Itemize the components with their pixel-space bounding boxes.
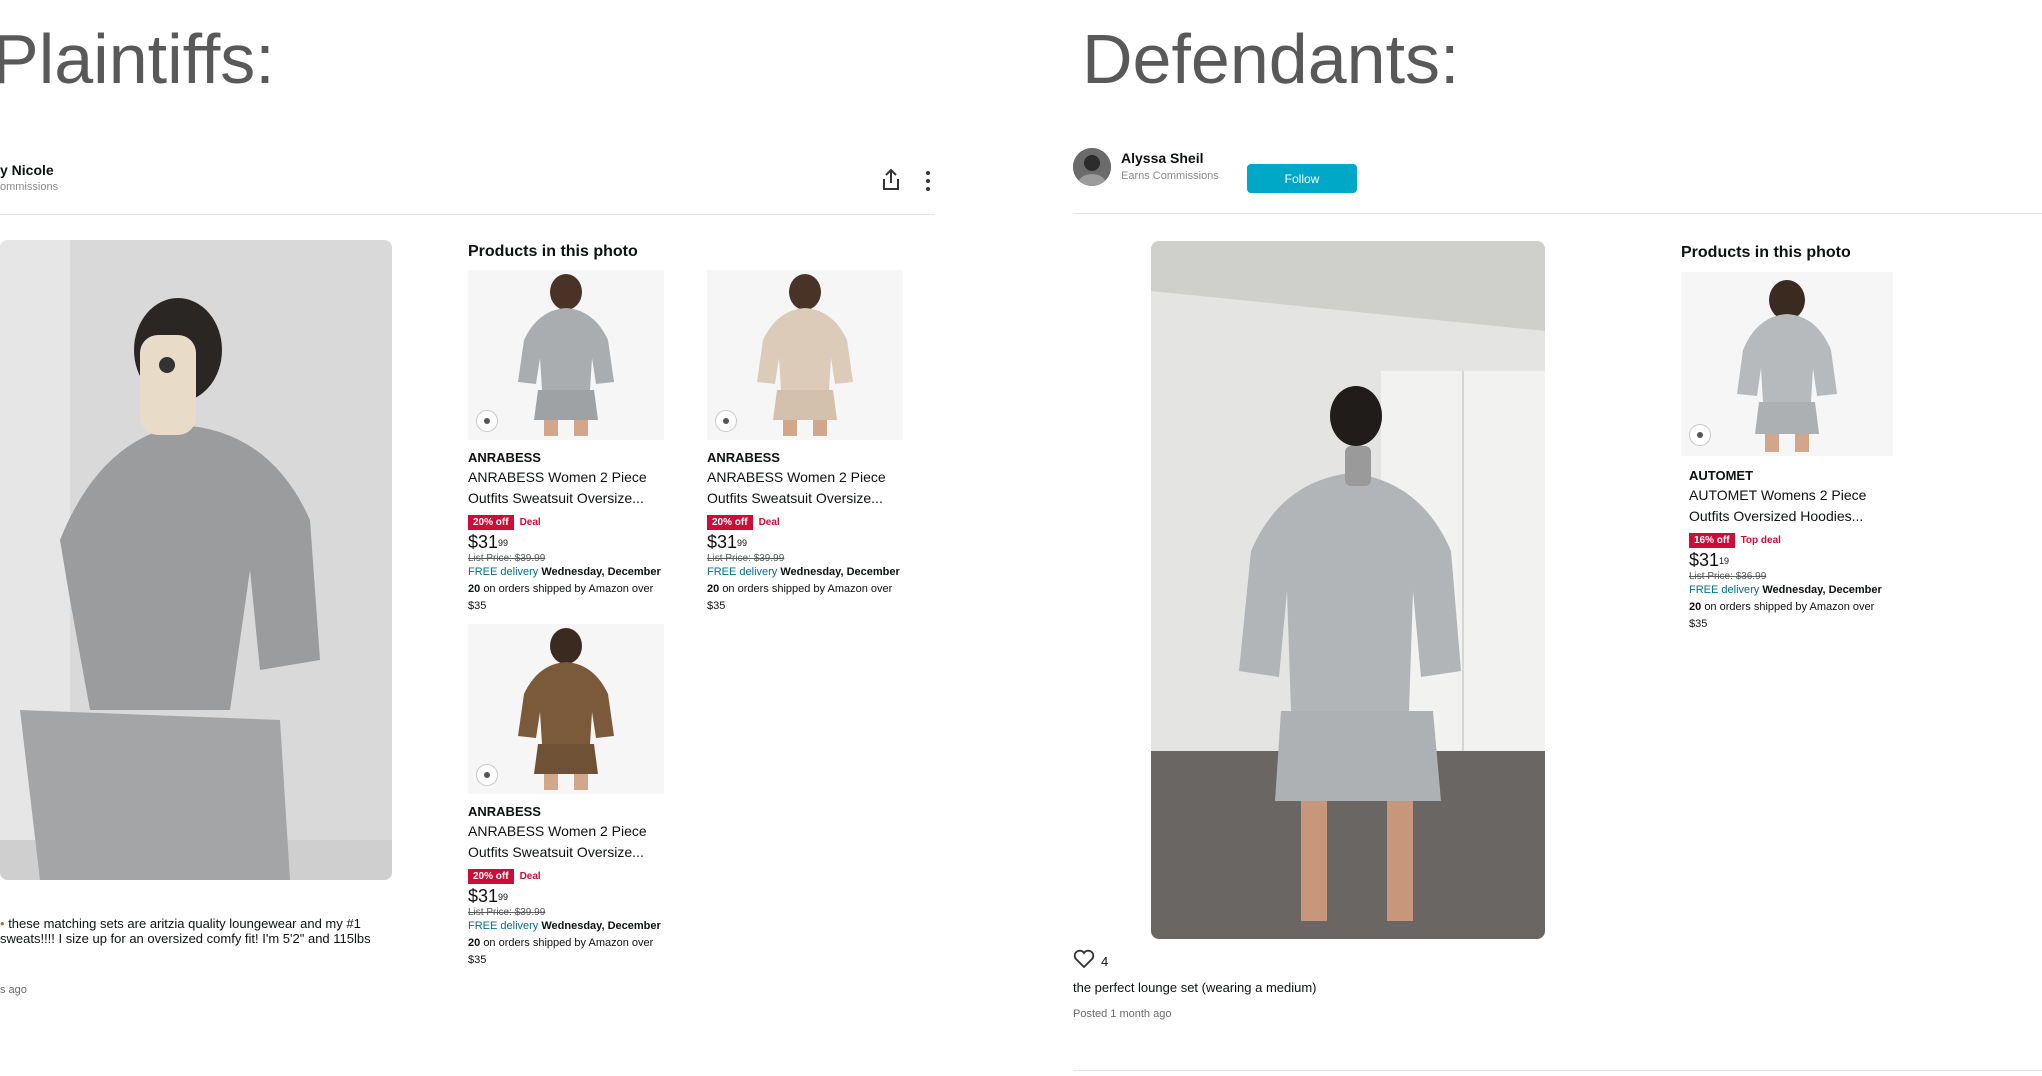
discount-badge: 20% off (468, 868, 514, 884)
deal-label: Deal (519, 870, 541, 882)
defendants-heading: Defendants: (1082, 20, 1460, 98)
product-brand: AUTOMET (1689, 468, 1754, 483)
discount-badge: 16% off (1689, 532, 1735, 548)
plaintiff-subtitle: ommissions (0, 181, 59, 193)
product-name[interactable]: AUTOMET Womens 2 Piece Outfits Oversized … (1689, 485, 1885, 527)
defendant-footer-divider (1073, 1070, 2042, 1071)
product-name[interactable]: ANRABESS Women 2 Piece Outfits Sweatsuit … (468, 467, 664, 509)
deal-label: Deal (519, 516, 541, 528)
product-card[interactable]: ANRABESS ANRABESS Women 2 Piece Outfits S… (468, 624, 664, 969)
defendant-username[interactable]: Alyssa Sheil (1121, 150, 1204, 166)
follow-button[interactable]: Follow (1247, 164, 1357, 193)
product-thumbnail[interactable] (468, 624, 664, 794)
product-card[interactable]: ANRABESS ANRABESS Women 2 Piece Outfits S… (707, 270, 903, 615)
list-price: List Price: $39.99 (468, 553, 546, 564)
list-price: List Price: $39.99 (468, 907, 546, 918)
discount-badge: 20% off (707, 514, 753, 530)
plaintiff-products-title: Products in this photo (468, 243, 638, 260)
share-icon[interactable] (880, 168, 902, 192)
eye-icon[interactable] (715, 410, 737, 432)
eye-icon[interactable] (476, 764, 498, 786)
discount-badge: 20% off (468, 514, 514, 530)
delivery-info: FREE delivery Wednesday, December 20 on … (468, 566, 661, 612)
avatar[interactable] (1073, 148, 1111, 186)
more-options-icon[interactable] (924, 170, 932, 192)
product-brand: ANRABESS (707, 450, 780, 465)
plaintiff-caption: • these matching sets are aritzia qualit… (0, 916, 371, 946)
product-thumbnail[interactable] (468, 270, 664, 440)
defendant-subtitle: Earns Commissions (1121, 170, 1219, 182)
product-price: $3119 (1689, 550, 1730, 570)
product-price: $3199 (468, 886, 509, 906)
list-price: List Price: $36.99 (1689, 571, 1767, 582)
product-name[interactable]: ANRABESS Women 2 Piece Outfits Sweatsuit … (468, 821, 664, 863)
plaintiff-username[interactable]: y Nicole (0, 162, 54, 178)
plaintiff-posted-time: s ago (0, 984, 27, 996)
defendant-products-title: Products in this photo (1681, 244, 1851, 261)
eye-icon[interactable] (476, 410, 498, 432)
product-brand: ANRABESS (468, 804, 541, 819)
heart-icon[interactable] (1073, 949, 1095, 974)
product-thumbnail[interactable] (1681, 272, 1893, 456)
product-price: $3199 (707, 532, 748, 552)
plaintiff-post-photo[interactable] (0, 240, 392, 880)
delivery-info: FREE delivery Wednesday, December 20 on … (1689, 584, 1882, 630)
like-count: 4 (1101, 954, 1109, 969)
defendant-caption: the perfect lounge set (wearing a medium… (1073, 980, 1317, 995)
product-price: $3199 (468, 532, 509, 552)
product-name[interactable]: ANRABESS Women 2 Piece Outfits Sweatsuit … (707, 467, 903, 509)
plaintiff-header-divider (0, 214, 935, 215)
product-card[interactable]: AUTOMET AUTOMET Womens 2 Piece Outfits Ov… (1681, 272, 1893, 633)
deal-label: Top deal (1740, 534, 1781, 546)
delivery-info: FREE delivery Wednesday, December 20 on … (707, 566, 900, 612)
product-thumbnail[interactable] (707, 270, 903, 440)
delivery-info: FREE delivery Wednesday, December 20 on … (468, 920, 661, 966)
defendant-header-divider (1073, 213, 2042, 214)
deal-label: Deal (758, 516, 780, 528)
eye-icon[interactable] (1689, 424, 1711, 446)
product-brand: ANRABESS (468, 450, 541, 465)
like-row[interactable]: 4 (1073, 949, 1108, 974)
defendant-posted-time: Posted 1 month ago (1073, 1008, 1172, 1020)
list-price: List Price: $39.99 (707, 553, 785, 564)
defendant-post-photo[interactable] (1151, 241, 1545, 939)
product-card[interactable]: ANRABESS ANRABESS Women 2 Piece Outfits S… (468, 270, 664, 615)
plaintiffs-heading: Plaintiffs: (0, 20, 275, 98)
